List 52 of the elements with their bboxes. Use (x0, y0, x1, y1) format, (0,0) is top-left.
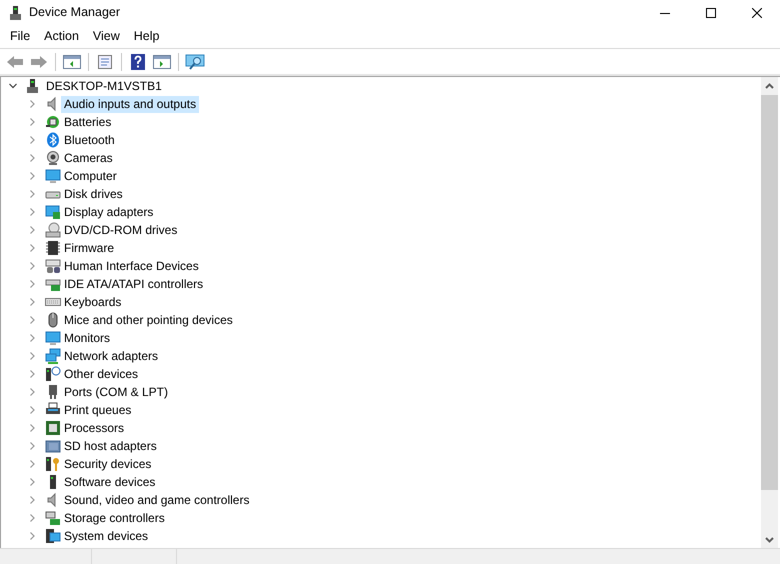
device-icon (9, 4, 23, 20)
close-icon (752, 8, 762, 18)
menu-item[interactable]: Help (126, 25, 166, 48)
tree-item[interactable]: System devices (61, 528, 152, 544)
monitor-icon (45, 330, 61, 346)
menu-item[interactable]: View (86, 25, 127, 48)
battery-icon (45, 114, 61, 130)
tree-item[interactable]: Network adapters (61, 348, 162, 364)
vertical-scrollbar[interactable] (761, 77, 778, 548)
tree-item[interactable]: Human Interface Devices (61, 258, 202, 274)
tree-item[interactable]: Ports (COM & LPT) (61, 384, 172, 400)
disc-drive-icon (45, 222, 61, 238)
tree-item[interactable]: Display adapters (61, 204, 156, 220)
card-adapter-icon (45, 438, 61, 454)
menu-item[interactable]: File (3, 25, 38, 48)
scroll-up-icon[interactable] (765, 82, 774, 88)
webcam-icon (45, 150, 61, 166)
tree-item[interactable]: Firmware (61, 240, 117, 256)
chip-icon (45, 240, 61, 256)
display-adapter-icon (45, 204, 61, 220)
network-icon (45, 348, 61, 364)
bluetooth-icon (45, 132, 61, 148)
tree-item[interactable]: Sound, video and game controllers (61, 492, 252, 508)
tree-item[interactable]: Batteries (61, 114, 114, 130)
scroll-down-icon[interactable] (765, 536, 774, 542)
window-title: Device Manager (29, 4, 120, 22)
tree-item[interactable]: Software devices (61, 474, 158, 490)
tree-item[interactable]: Audio inputs and outputs (61, 96, 200, 112)
tree-item[interactable]: Other devices (61, 366, 142, 382)
tree-item[interactable]: Cameras (61, 150, 116, 166)
tree-item[interactable]: Monitors (61, 330, 114, 346)
tree-item[interactable]: SD host adapters (61, 438, 160, 454)
tree-item[interactable]: DVD/CD-ROM drives (61, 222, 180, 238)
tree-item[interactable]: Disk drives (61, 186, 126, 202)
scroll-thumb[interactable] (761, 95, 778, 490)
monitor-icon (45, 168, 61, 184)
computer-icon (25, 78, 41, 94)
tree-item[interactable]: Processors (61, 420, 128, 436)
processor-icon (45, 420, 61, 436)
tree-item[interactable]: Security devices (61, 456, 154, 472)
tree-item[interactable]: Storage controllers (61, 510, 168, 526)
tree-item[interactable]: IDE ATA/ATAPI controllers (61, 276, 206, 292)
maximize-icon (706, 8, 716, 18)
tree-item[interactable]: Print queues (61, 402, 134, 418)
tree-item[interactable]: Mice and other pointing devices (61, 312, 236, 328)
tree-item[interactable]: DESKTOP-M1VSTB1 (43, 78, 165, 94)
tree-item[interactable]: Keyboards (61, 294, 124, 310)
tree-item[interactable]: Computer (61, 168, 120, 184)
tree-item[interactable]: Bluetooth (61, 132, 118, 148)
keyboard-mouse-icon (45, 258, 61, 274)
menu-item[interactable]: Action (37, 25, 86, 48)
security-device-icon (45, 456, 61, 472)
